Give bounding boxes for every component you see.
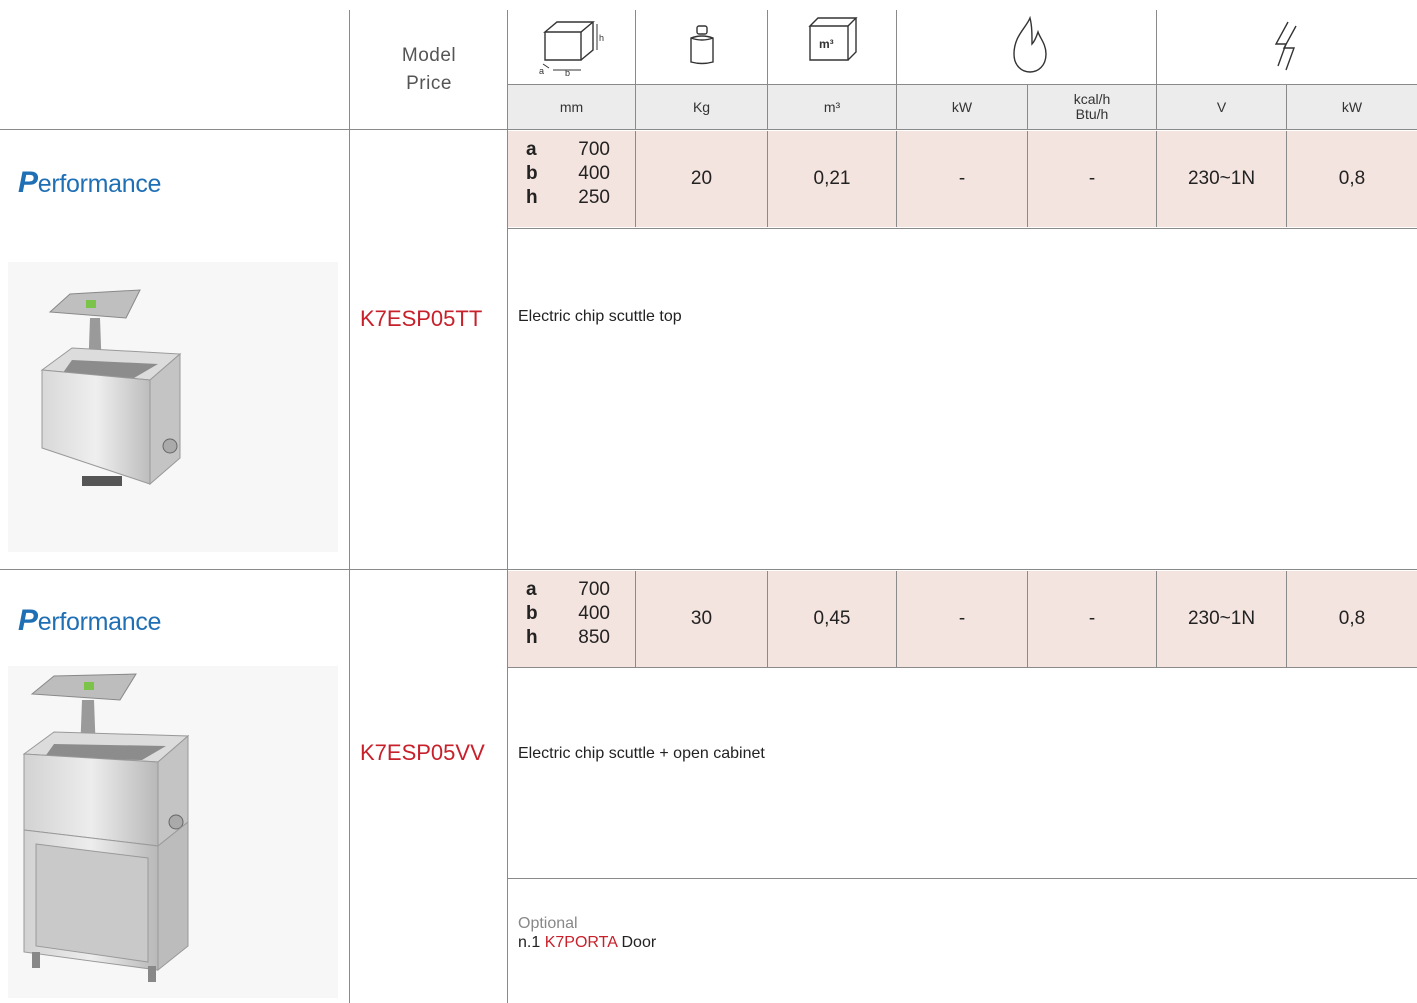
dim-b: 400 bbox=[578, 163, 610, 184]
svg-text:a: a bbox=[539, 66, 544, 76]
unit-mm: mm bbox=[559, 98, 584, 115]
dim-a: 700 bbox=[578, 579, 610, 600]
dim-b: 400 bbox=[578, 603, 610, 624]
series-rest: erformance bbox=[37, 170, 162, 198]
gas-kcal-value: - bbox=[1088, 168, 1096, 189]
dim-h: 850 bbox=[578, 627, 610, 648]
svg-text:b: b bbox=[565, 68, 570, 76]
optional-label: Door bbox=[621, 934, 657, 951]
svg-text:h: h bbox=[599, 33, 604, 43]
svg-text:m³: m³ bbox=[819, 37, 834, 51]
gas-kw-value: - bbox=[958, 608, 966, 629]
dimensions-cell: a 700 b 400 h 850 bbox=[526, 578, 610, 650]
dim-a: 700 bbox=[578, 139, 610, 160]
series-name: Performance bbox=[18, 166, 161, 200]
optional-code[interactable]: K7PORTA bbox=[545, 934, 617, 951]
series-initial: P bbox=[18, 166, 38, 199]
dimensions-cell: a 700 b 400 h 250 bbox=[526, 138, 610, 210]
electric-icon bbox=[1268, 20, 1304, 76]
product-photo bbox=[8, 262, 338, 552]
product-code[interactable]: K7ESP05VV bbox=[360, 740, 485, 766]
dim-a-label: a bbox=[526, 579, 537, 600]
volume-box-icon: m³ bbox=[806, 14, 862, 66]
dim-b-label: b bbox=[526, 163, 538, 184]
dim-h-label: h bbox=[526, 187, 538, 208]
product-photo bbox=[8, 666, 338, 998]
gas-flame-icon bbox=[1008, 14, 1052, 76]
series-rest: erformance bbox=[37, 608, 162, 636]
weight-value: 20 bbox=[690, 168, 713, 189]
dim-b-label: b bbox=[526, 603, 538, 624]
weight-value: 30 bbox=[690, 608, 713, 629]
price-label: Price bbox=[406, 73, 452, 94]
dim-h-label: h bbox=[526, 627, 538, 648]
series-initial: P bbox=[18, 604, 38, 637]
weight-icon bbox=[686, 22, 718, 68]
model-label: Model bbox=[401, 45, 457, 66]
unit-elec-kw: kW bbox=[1341, 98, 1363, 115]
product-description: Electric chip scuttle + open cabinet bbox=[518, 745, 765, 762]
product-description: Electric chip scuttle top bbox=[518, 308, 682, 325]
volume-value: 0,21 bbox=[813, 168, 851, 189]
elec-kw-value: 0,8 bbox=[1338, 608, 1366, 629]
volume-value: 0,45 bbox=[813, 608, 851, 629]
gas-kw-value: - bbox=[958, 168, 966, 189]
optional-title: Optional bbox=[518, 915, 578, 932]
optional-prefix: n.1 bbox=[518, 934, 541, 951]
dim-h: 250 bbox=[578, 187, 610, 208]
unit-kcal: kcal/h Btu/h bbox=[1028, 85, 1156, 129]
unit-volt: V bbox=[1216, 98, 1227, 115]
unit-kg: Kg bbox=[692, 98, 711, 115]
unit-m3: m³ bbox=[823, 98, 841, 115]
voltage-value: 230~1N bbox=[1187, 608, 1256, 629]
unit-gas-kw: kW bbox=[951, 98, 973, 115]
product-code[interactable]: K7ESP05TT bbox=[360, 306, 482, 332]
unit-kcal-line1: kcal/h bbox=[1073, 91, 1111, 107]
dim-a-label: a bbox=[526, 139, 537, 160]
voltage-value: 230~1N bbox=[1187, 168, 1256, 189]
unit-kcal-line2: Btu/h bbox=[1075, 106, 1109, 122]
dimensions-box-icon: h a b bbox=[535, 14, 615, 78]
series-name: Performance bbox=[18, 604, 161, 638]
optional-item: n.1 K7PORTA Door bbox=[518, 934, 656, 952]
elec-kw-value: 0,8 bbox=[1338, 168, 1366, 189]
gas-kcal-value: - bbox=[1088, 608, 1096, 629]
